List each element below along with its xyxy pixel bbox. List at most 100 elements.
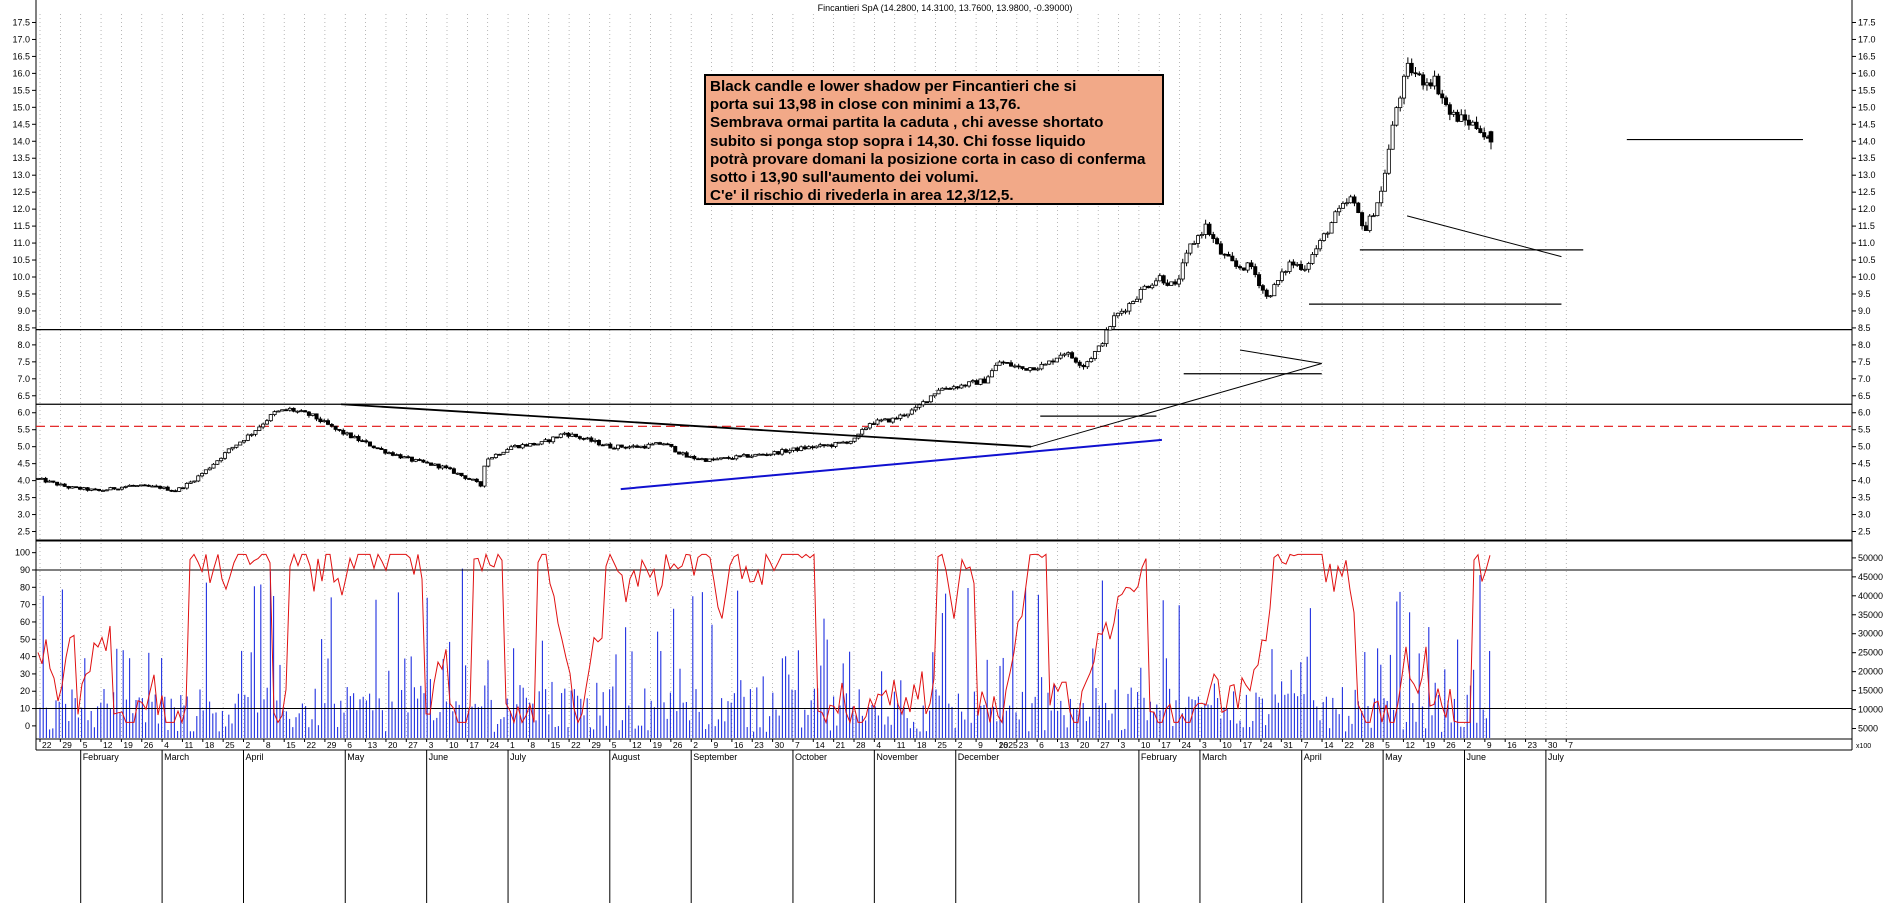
candle: [757, 453, 762, 456]
candle: [325, 420, 330, 425]
right-price-label: 12.0: [1858, 204, 1876, 214]
candle: [203, 469, 208, 474]
candle: [200, 473, 205, 477]
right-price-label: 13.0: [1858, 170, 1876, 180]
candle: [509, 446, 514, 450]
x-month-label: July: [510, 752, 527, 762]
right-price-label: 8.5: [1858, 323, 1871, 333]
x-month-label: May: [1385, 752, 1403, 762]
x-day-label: 16: [734, 740, 744, 750]
candle: [1051, 360, 1056, 363]
candle: [512, 445, 517, 448]
candle: [608, 443, 613, 449]
candle: [1115, 312, 1120, 317]
annotation-line: Black candle e lower shadow per Fincanti…: [710, 78, 1077, 95]
candle: [1169, 281, 1174, 286]
candle: [1096, 345, 1101, 352]
candle: [654, 442, 659, 445]
candle: [1268, 295, 1273, 298]
x-day-label: 5: [1385, 740, 1390, 750]
candle: [135, 485, 140, 488]
candle: [249, 433, 254, 436]
candle: [650, 443, 655, 446]
candle: [55, 481, 60, 486]
candle: [66, 486, 71, 489]
candle: [459, 472, 464, 477]
left-price-label: 11.0: [13, 238, 30, 248]
candle: [528, 443, 533, 447]
x-month-label: May: [347, 752, 365, 762]
osc-left-label: 100: [15, 548, 30, 558]
candle: [371, 445, 376, 449]
candle: [47, 480, 52, 483]
left-price-label: 8.0: [17, 340, 30, 350]
candle: [303, 410, 308, 413]
osc-left-label: 80: [20, 582, 30, 592]
candle: [707, 458, 712, 462]
candle: [287, 407, 292, 411]
x-month-label: September: [693, 752, 737, 762]
candle: [661, 443, 666, 446]
left-price-label: 3.0: [17, 510, 30, 520]
candle: [51, 480, 56, 483]
candle: [501, 451, 506, 455]
candle: [551, 436, 556, 443]
candle: [314, 413, 319, 420]
candle: [1474, 121, 1479, 130]
candle: [1321, 233, 1326, 241]
right-price-label: 6.5: [1858, 391, 1871, 401]
candle: [959, 384, 964, 389]
left-price-label: 2.5: [17, 527, 30, 537]
candle: [291, 407, 296, 412]
candle: [85, 487, 90, 491]
right-price-label: 12.5: [1858, 187, 1876, 197]
x-month-label: February: [83, 752, 120, 762]
candle: [1012, 365, 1017, 368]
candle: [795, 447, 800, 451]
x-day-label: 28: [856, 740, 866, 750]
x-day-label: 9: [978, 740, 983, 750]
candle: [474, 478, 479, 483]
candle: [753, 453, 758, 457]
candle: [497, 453, 502, 456]
right-price-label: 7.5: [1858, 357, 1871, 367]
candle: [1360, 212, 1365, 227]
candle: [684, 452, 689, 458]
annotation-line: subito si ponga stop sopra i 14,30. Chi …: [710, 132, 1086, 150]
candle: [268, 414, 273, 422]
candle: [1348, 196, 1353, 204]
candle: [1123, 310, 1128, 313]
candle: [192, 480, 197, 483]
x-day-label: 25: [937, 740, 947, 750]
candle: [1398, 97, 1403, 109]
candle: [925, 401, 930, 404]
candle: [74, 486, 79, 489]
candle: [699, 458, 704, 461]
candle: [715, 458, 720, 461]
x-day-label: 20: [388, 740, 398, 750]
left-price-label: 9.0: [17, 306, 30, 316]
x-day-label: 18: [917, 740, 927, 750]
candle: [864, 427, 869, 430]
x-day-label: 26: [144, 740, 154, 750]
candle: [600, 444, 605, 447]
candle: [1100, 343, 1105, 347]
candle: [1203, 223, 1208, 235]
candle: [89, 488, 94, 491]
candle: [730, 458, 735, 460]
candle: [741, 454, 746, 457]
candle: [1024, 368, 1029, 371]
candle: [783, 449, 788, 453]
left-price-label: 3.5: [17, 493, 30, 503]
x-day-label: 9: [714, 740, 719, 750]
right-price-label: 5.5: [1858, 425, 1871, 435]
candle: [791, 447, 796, 451]
candle: [417, 459, 422, 461]
osc-right-label: 20000: [1858, 667, 1883, 677]
candle: [738, 455, 743, 458]
candle: [623, 446, 628, 449]
candle: [951, 386, 956, 390]
candle: [367, 441, 372, 447]
candle: [1291, 261, 1296, 266]
last-candle: [1488, 131, 1494, 143]
